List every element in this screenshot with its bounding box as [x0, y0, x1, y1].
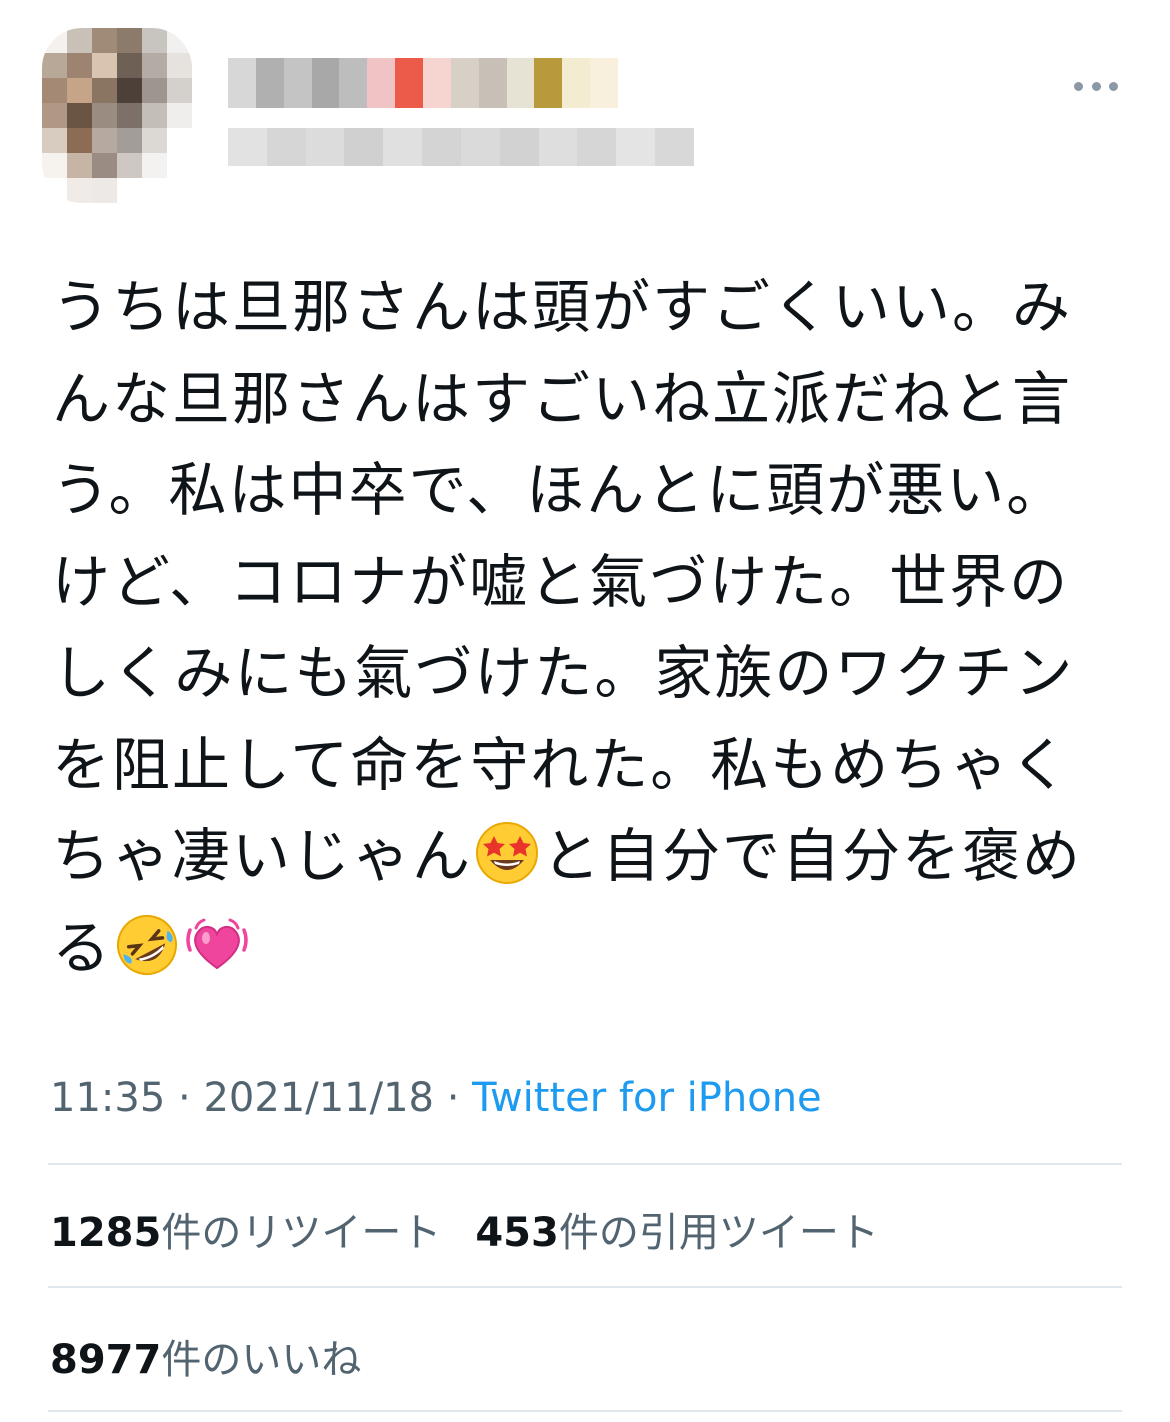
- retweets-stat[interactable]: 1285件のリツイート: [50, 1210, 441, 1256]
- display-name-pixelated[interactable]: [228, 58, 619, 108]
- divider: [48, 1410, 1122, 1412]
- tweet-time: 11:35: [50, 1075, 166, 1121]
- quotes-stat[interactable]: 453件の引用ツイート: [475, 1210, 879, 1256]
- divider: [48, 1163, 1122, 1165]
- username-handle-pixelated[interactable]: [228, 128, 694, 166]
- likes-label: 件のいいね: [161, 1337, 362, 1383]
- avatar[interactable]: [42, 28, 192, 203]
- beating-heart-emoji-icon: [184, 912, 250, 978]
- star-struck-emoji-icon: [474, 820, 540, 886]
- meta-separator: ·: [433, 1075, 473, 1121]
- tweet-header: [0, 0, 1170, 230]
- retweet-quote-stats: 1285件のリツイート 453件の引用ツイート: [50, 1200, 879, 1258]
- more-options-icon[interactable]: [1074, 76, 1118, 96]
- tweet-text: うちは旦那さんは頭がすごくいい。みんな旦那さんはすごいね立派だねと言う。私は中卒…: [52, 262, 1122, 994]
- likes-count: 8977: [50, 1337, 162, 1383]
- tweet-text-part1: うちは旦那さんは頭がすごくいい。みんな旦那さんはすごいね立派だねと言う。私は中卒…: [52, 273, 1075, 890]
- retweets-label: 件のリツイート: [161, 1210, 442, 1256]
- tweet-meta: 11:35 · 2021/11/18 · Twitter for iPhone: [50, 1075, 822, 1121]
- meta-separator: ·: [165, 1075, 204, 1121]
- divider: [48, 1286, 1122, 1288]
- tweet-source-link[interactable]: Twitter for iPhone: [472, 1075, 822, 1121]
- retweets-count: 1285: [50, 1210, 162, 1256]
- rolling-laughing-emoji-icon: [114, 912, 180, 978]
- tweet-date: 2021/11/18: [203, 1075, 434, 1121]
- quotes-count: 453: [475, 1210, 559, 1256]
- quotes-label: 件の引用ツイート: [558, 1210, 879, 1256]
- likes-stats[interactable]: 8977件のいいね: [50, 1327, 361, 1385]
